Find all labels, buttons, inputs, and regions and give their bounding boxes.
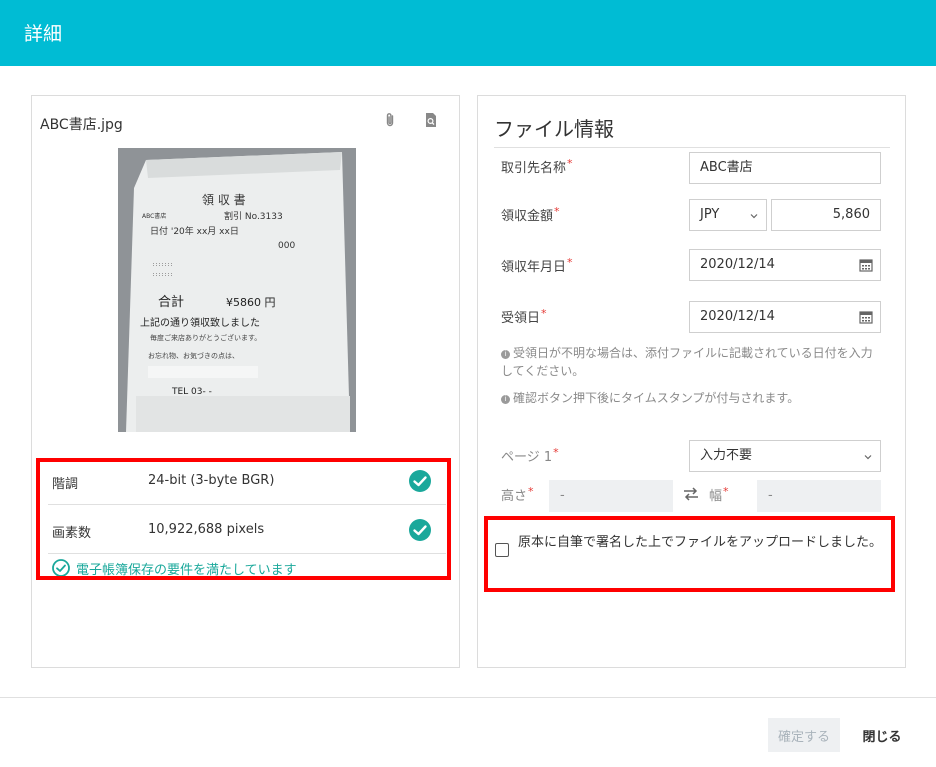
partner-label: 取引先名称* (501, 157, 573, 176)
highlight-box-preview (36, 458, 451, 580)
received-date-label: 受領日* (501, 307, 547, 326)
zoom-icon[interactable] (423, 112, 439, 128)
svg-text:上記の通り領収致しました: 上記の通り領収致しました (140, 316, 260, 329)
svg-text:日付 '20年 xx月 xx日: 日付 '20年 xx月 xx日 (150, 225, 239, 237)
timestamp-note: i 確認ボタン押下後にタイムスタンプが付与されます。 (501, 389, 881, 407)
close-button[interactable]: 閉じる (852, 718, 912, 752)
receipt-date-label: 領収年月日* (501, 256, 573, 275)
received-date-note: i 受領日が不明な場合は、添付ファイルに記載されている日付を入力してください。 (501, 346, 873, 378)
header-bar: 詳細 (0, 0, 936, 66)
height-input[interactable]: - (549, 480, 673, 512)
info-icon: i (501, 350, 510, 359)
amount-label: 領収金額* (501, 205, 560, 224)
confirm-button[interactable]: 確定する (768, 718, 840, 752)
footer-divider (0, 697, 936, 698)
svg-text:毎度ご来店ありがとうございます。: 毎度ご来店ありがとうございます。 (150, 333, 261, 342)
svg-text:TEL 03- -: TEL 03- - (171, 387, 212, 397)
chevron-down-icon (750, 214, 758, 219)
svg-text::::::::: ::::::: (152, 262, 173, 268)
svg-text::::::::: ::::::: (152, 272, 173, 278)
chevron-down-icon (864, 455, 872, 460)
width-input[interactable]: - (757, 480, 881, 512)
svg-text:ABC書店: ABC書店 (142, 212, 166, 220)
receipt-picture: 領 収 書 ABC書店 割引 No.3133 日付 '20年 xx月 xx日 0… (118, 148, 356, 432)
partner-input[interactable]: ABC書店 (689, 152, 881, 184)
highlight-box-signature (484, 516, 895, 592)
height-label: 高さ* (501, 485, 534, 504)
svg-text:割引 No.3133: 割引 No.3133 (224, 210, 283, 222)
width-label: 幅* (709, 485, 729, 504)
receipt-date-input[interactable]: 2020/12/14 (689, 249, 881, 281)
calendar-icon[interactable] (859, 310, 873, 324)
section-title: ファイル情報 (494, 117, 614, 141)
svg-text:お忘れ物、お気づきの点は、: お忘れ物、お気づきの点は、 (148, 351, 239, 360)
received-date-input[interactable]: 2020/12/14 (689, 301, 881, 333)
swap-icon (684, 487, 698, 501)
info-icon: i (501, 395, 510, 404)
svg-text:¥5860 円: ¥5860 円 (226, 296, 276, 309)
svg-text:領 収 書: 領 収 書 (202, 192, 246, 207)
page-select[interactable]: 入力不要 (689, 440, 881, 472)
receipt-image: 領 収 書 ABC書店 割引 No.3133 日付 '20年 xx月 xx日 0… (118, 148, 356, 432)
page-title: 詳細 (24, 23, 63, 45)
svg-text:合計: 合計 (158, 294, 184, 310)
page-label: ページ 1* (501, 446, 559, 465)
amount-input[interactable]: 5,860 (771, 199, 881, 231)
svg-text:000: 000 (278, 241, 295, 251)
preview-panel: ABC書店.jpg 領 収 書 ABC書店 割引 No.3133 日付 '20年… (31, 95, 460, 668)
paperclip-icon[interactable] (382, 112, 398, 128)
currency-select[interactable]: JPY (689, 199, 767, 231)
divider (494, 147, 890, 148)
file-name: ABC書店.jpg (40, 117, 123, 133)
calendar-icon[interactable] (859, 258, 873, 272)
